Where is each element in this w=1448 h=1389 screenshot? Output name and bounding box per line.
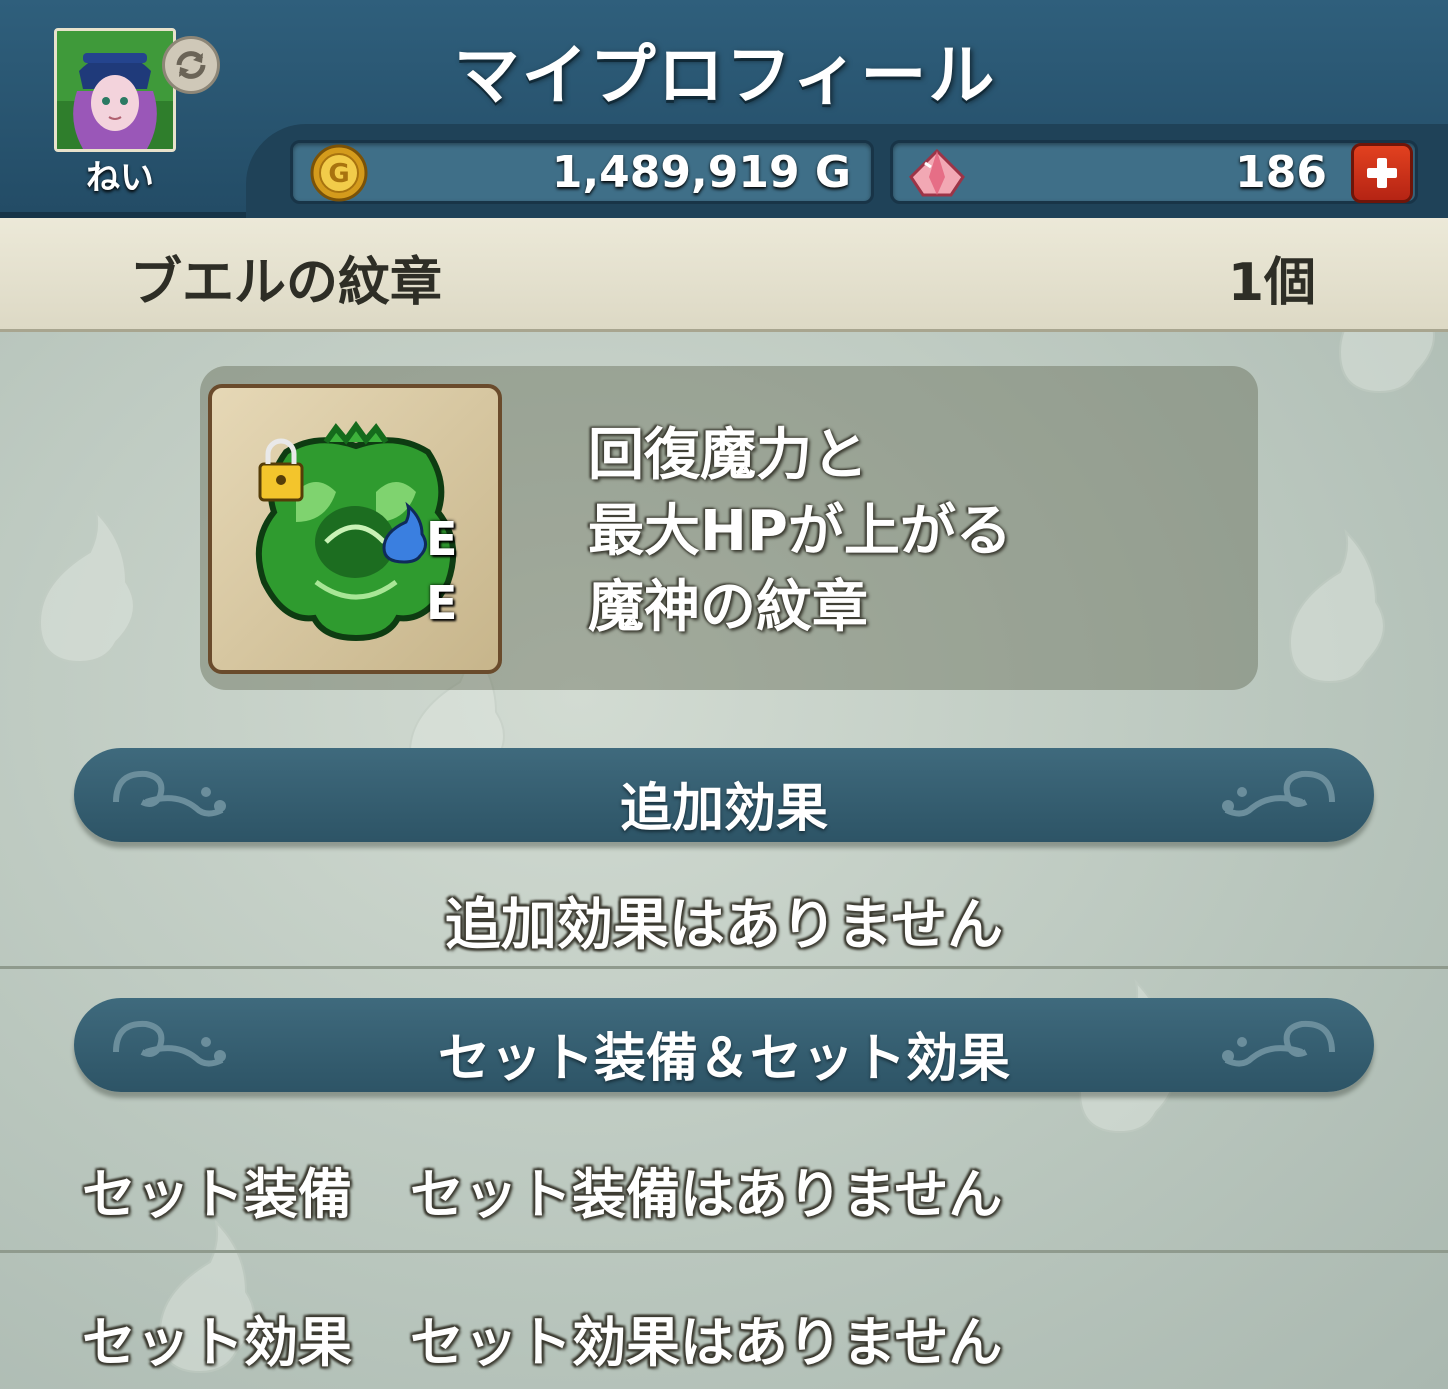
refresh-icon[interactable] [162,36,220,94]
add-gems-button[interactable] [1351,143,1413,203]
divider [0,1250,1448,1253]
profile-header: マイプロフィール ねい G 1,489,919 G 186 [0,0,1448,218]
equip-mark-top: E [426,512,458,566]
set-effect-label: セット効果 [82,1311,352,1374]
description-line: 魔神の紋章 [588,575,868,640]
set-effect-value: セット効果はありません [410,1311,1003,1374]
description-line: 回復魔力と [588,423,868,488]
svg-text:G: G [328,159,349,189]
item-count: 1個 [1227,253,1316,313]
no-extra-effects-text: 追加効果はありません [444,893,1004,958]
gem-icon [909,149,965,197]
set-equipment-banner: セット装備＆セット効果 [74,998,1374,1092]
gold-amount: 1,489,919 G [551,147,851,198]
item-icon-frame[interactable]: E E [208,384,502,674]
extra-effects-heading: 追加効果 [619,779,828,839]
page-title: マイプロフィール [453,37,997,114]
gold-coin-icon: G [310,144,368,202]
set-equipment-label: セット装備 [82,1163,352,1226]
player-name: ねい [86,158,154,198]
set-equipment-value: セット装備はありません [410,1163,1003,1226]
gem-amount: 186 [1235,147,1327,198]
extra-effects-banner: 追加効果 [74,748,1374,842]
equip-mark-bottom: E [426,576,458,630]
set-equipment-heading: セット装備＆セット効果 [437,1029,1010,1089]
divider [0,966,1448,969]
plus-icon [1367,158,1397,188]
item-name-bar: ブエルの紋章 1個 [0,218,1448,332]
lock-icon [258,438,304,502]
gold-display: G 1,489,919 G [290,140,874,204]
item-name: ブエルの紋章 [130,253,443,313]
gem-display: 186 [890,140,1418,204]
description-line: 最大HPが上がる [588,499,1012,564]
item-description: 回復魔力と 最大HPが上がる 魔神の紋章 [588,418,1012,646]
avatar[interactable] [54,28,176,152]
